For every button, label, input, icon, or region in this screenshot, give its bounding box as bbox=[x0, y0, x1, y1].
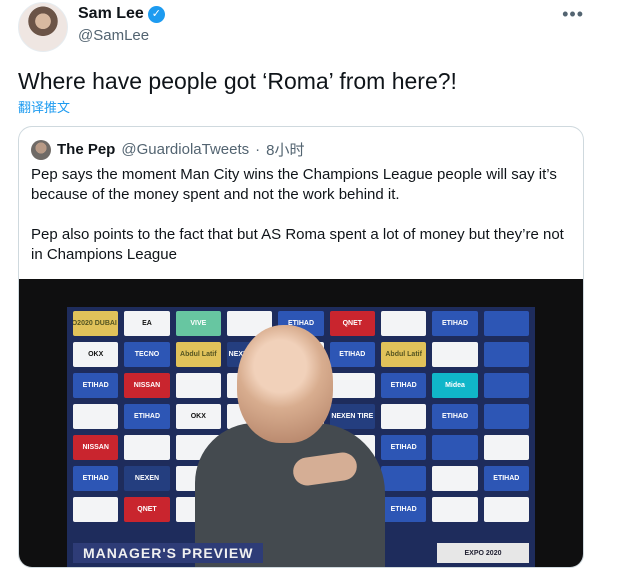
quoted-paragraph-1: Pep says the moment Man City wins the Ch… bbox=[31, 166, 557, 203]
sponsor-logo bbox=[483, 404, 529, 429]
sponsor-logo: EA bbox=[124, 311, 170, 336]
sponsor-logo bbox=[124, 435, 170, 460]
sponsor-logo bbox=[380, 466, 427, 491]
sponsor-logo bbox=[73, 497, 119, 522]
quoted-author-handle[interactable]: @GuardiolaTweets bbox=[121, 141, 249, 158]
sponsor-logo: OKX bbox=[73, 342, 119, 367]
quoted-tweet-text: Pep says the moment Man City wins the Ch… bbox=[31, 165, 571, 285]
sponsor-logo bbox=[483, 342, 529, 367]
sponsor-logo bbox=[483, 435, 529, 460]
sponsor-logo: EXPO2020 DUBAI UAE bbox=[73, 311, 119, 336]
sponsor-logo bbox=[380, 311, 427, 336]
speaker-head bbox=[237, 325, 333, 443]
translate-tweet-link[interactable]: 翻译推文 bbox=[18, 97, 70, 116]
author-name-text[interactable]: Sam Lee bbox=[78, 5, 144, 23]
sponsor-logo bbox=[380, 404, 427, 429]
quoted-tweet-card[interactable]: The Pep @GuardiolaTweets · 8小时 Pep says … bbox=[18, 126, 584, 568]
sponsor-logo: NISSAN bbox=[124, 373, 170, 398]
verified-badge-icon: ✓ bbox=[147, 5, 165, 23]
sponsor-logo bbox=[73, 404, 119, 429]
video-banner: MANAGER'S PREVIEW bbox=[73, 543, 264, 563]
more-options-button[interactable]: ••• bbox=[562, 4, 584, 25]
quoted-author-name[interactable]: The Pep bbox=[57, 141, 115, 158]
sponsor-logo: Midea bbox=[432, 373, 478, 398]
sponsor-logo bbox=[432, 342, 478, 367]
sponsor-logo: ETIHAD bbox=[432, 311, 478, 336]
sponsor-logo bbox=[432, 435, 478, 460]
quoted-tweet-header: The Pep @GuardiolaTweets · 8小时 bbox=[31, 139, 305, 160]
tweet-text: Where have people got ‘Roma’ from here?! bbox=[18, 68, 457, 94]
sponsor-logo: QNET bbox=[124, 497, 170, 522]
sponsor-logo bbox=[483, 497, 529, 522]
sponsor-logo bbox=[483, 373, 529, 398]
sponsor-logo: TECNO bbox=[124, 342, 170, 367]
author-handle[interactable]: @SamLee bbox=[78, 27, 149, 44]
sponsor-logo: ETIHAD bbox=[73, 466, 119, 491]
sponsor-logo bbox=[432, 466, 478, 491]
sponsor-logo: NISSAN bbox=[73, 435, 119, 460]
quoted-author-avatar[interactable] bbox=[31, 139, 51, 160]
author-avatar[interactable] bbox=[18, 2, 68, 52]
meta-separator: · bbox=[255, 141, 261, 158]
video-player[interactable]: EXPO2020 DUBAI UAEEAVIVEETIHADQNETETIHAD… bbox=[19, 279, 583, 567]
sponsor-logo bbox=[432, 497, 478, 522]
video-frame[interactable]: EXPO2020 DUBAI UAEEAVIVEETIHADQNETETIHAD… bbox=[67, 307, 535, 567]
sponsor-logo: ETIHAD bbox=[124, 404, 170, 429]
quoted-paragraph-2: Pep also points to the fact that but AS … bbox=[31, 226, 564, 263]
author-name[interactable]: Sam Lee ✓ bbox=[78, 5, 165, 23]
sponsor-logo: ETIHAD bbox=[380, 435, 427, 460]
sponsor-logo: ETIHAD bbox=[432, 404, 478, 429]
sponsor-logo: ETIHAD bbox=[380, 373, 427, 398]
sponsor-logo: Abdul Latif bbox=[380, 342, 427, 367]
sponsor-logo: ETIHAD bbox=[380, 497, 427, 522]
sponsor-logo: ETIHAD bbox=[73, 373, 119, 398]
sponsor-logo: NEXEN bbox=[124, 466, 170, 491]
sponsor-logo: ETIHAD bbox=[483, 466, 529, 491]
quoted-tweet-time[interactable]: 8小时 bbox=[266, 139, 304, 160]
video-banner-sponsor: EXPO 2020 bbox=[437, 543, 529, 563]
sponsor-logo bbox=[483, 311, 529, 336]
speaker-figure bbox=[195, 325, 385, 567]
